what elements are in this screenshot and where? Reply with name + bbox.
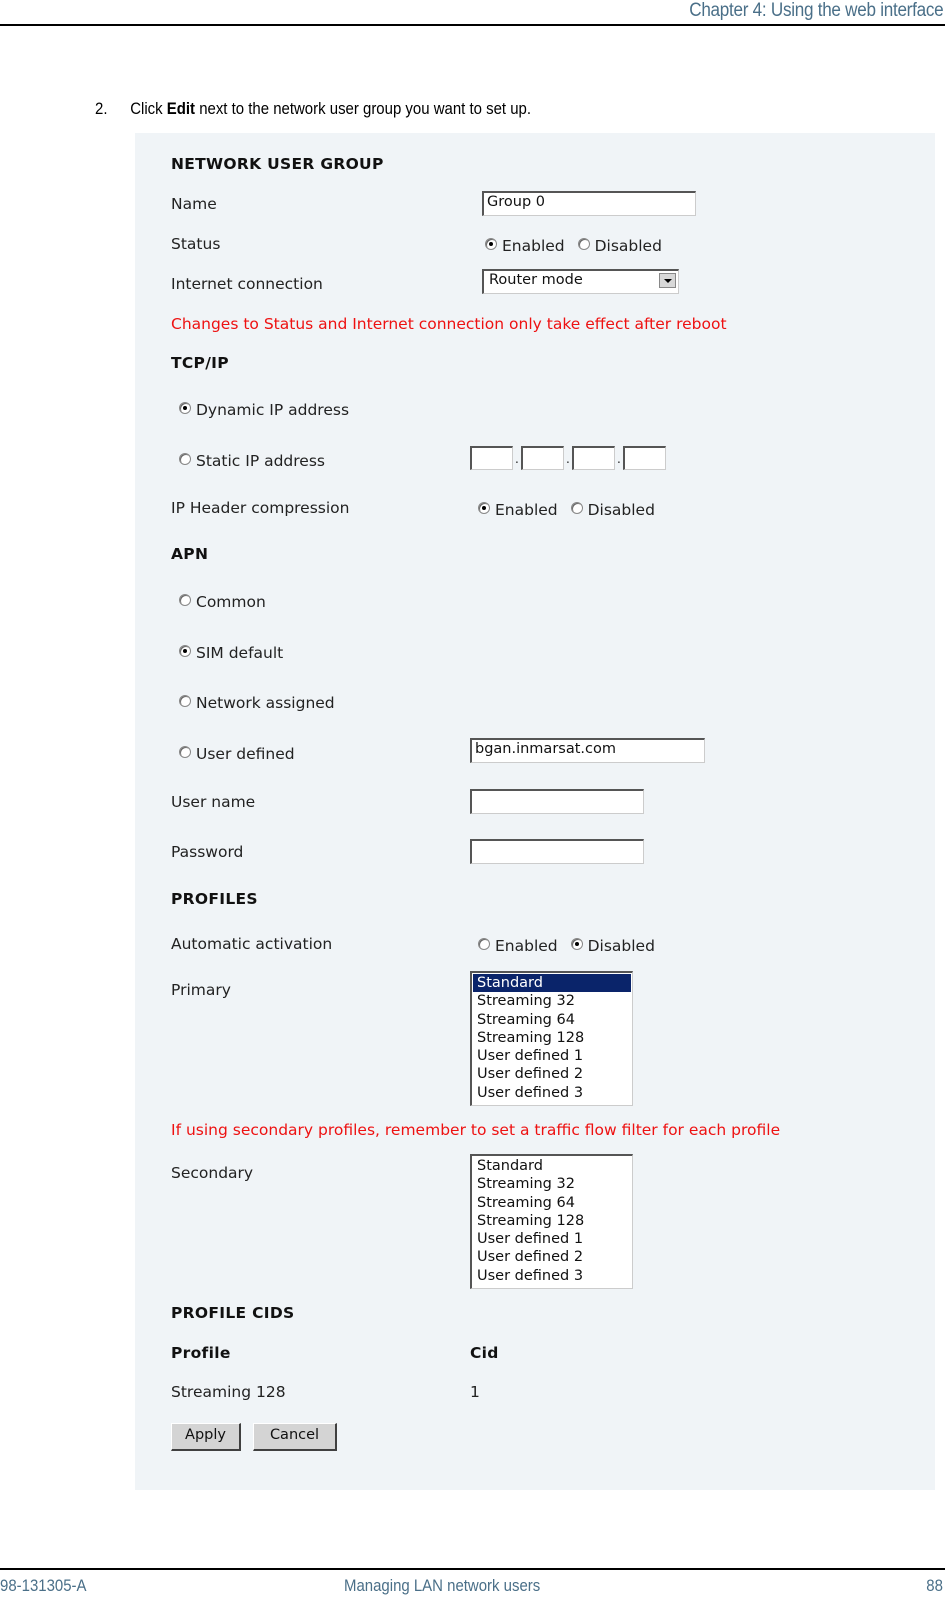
instruction-step: 2. Click Edit next to the network user gr… xyxy=(95,99,531,119)
listbox-option[interactable]: Streaming 128 xyxy=(473,1212,631,1230)
cid-row-cid: 1 xyxy=(470,1383,480,1401)
primary-profile-listbox[interactable]: Standard Streaming 32 Streaming 64 Strea… xyxy=(470,971,633,1106)
chevron-down-icon[interactable] xyxy=(659,273,676,288)
internet-connection-select[interactable]: Router mode xyxy=(482,269,679,294)
ip-octet-1[interactable] xyxy=(470,446,513,470)
secondary-label: Secondary xyxy=(171,1164,254,1182)
listbox-option[interactable]: Streaming 64 xyxy=(473,1194,631,1212)
password-input[interactable] xyxy=(470,839,644,864)
radio-selected-icon[interactable] xyxy=(478,502,490,514)
static-ip-fields: . . . xyxy=(470,446,670,472)
compression-disabled-option[interactable]: Disabled xyxy=(570,501,655,519)
listbox-option[interactable]: Standard xyxy=(473,1157,631,1175)
internet-connection-value: Router mode xyxy=(489,272,583,288)
automatic-activation-label: Automatic activation xyxy=(171,935,333,953)
apn-user-defined-option[interactable]: User defined xyxy=(179,745,295,763)
radio-unselected-icon[interactable] xyxy=(179,453,191,465)
password-label: Password xyxy=(171,843,244,861)
section-heading-profiles: PROFILES xyxy=(171,890,258,908)
ip-dot: . xyxy=(515,452,519,466)
username-input[interactable] xyxy=(470,789,644,814)
listbox-option[interactable]: User defined 2 xyxy=(473,1065,631,1083)
step-suffix: next to the network user group you want … xyxy=(195,99,531,118)
column-header-cid: Cid xyxy=(470,1344,499,1362)
apply-button[interactable]: Apply xyxy=(171,1423,241,1451)
name-input[interactable]: Group 0 xyxy=(482,191,696,216)
listbox-option[interactable]: User defined 3 xyxy=(473,1084,631,1102)
auto-disabled-option[interactable]: Disabled xyxy=(570,937,655,955)
status-label: Status xyxy=(171,235,221,253)
radio-unselected-icon[interactable] xyxy=(179,594,191,606)
listbox-option[interactable]: Streaming 64 xyxy=(473,1011,631,1029)
auto-enabled-option[interactable]: Enabled xyxy=(478,937,558,955)
ip-octet-4[interactable] xyxy=(623,446,666,470)
radio-unselected-icon[interactable] xyxy=(478,938,490,950)
listbox-option[interactable]: User defined 3 xyxy=(473,1267,631,1285)
username-label: User name xyxy=(171,793,256,811)
network-user-group-form: NETWORK USER GROUP Name Group 0 Status E… xyxy=(135,133,935,1490)
status-enabled-option[interactable]: Enabled xyxy=(485,237,565,255)
footer-doc-number: 98-131305-A xyxy=(0,1576,87,1595)
chapter-header: Chapter 4: Using the web interface xyxy=(688,0,943,21)
primary-label: Primary xyxy=(171,981,231,999)
apn-user-defined-input[interactable]: bgan.inmarsat.com xyxy=(470,738,705,763)
radio-unselected-icon[interactable] xyxy=(570,502,583,514)
footer-page-number: 88 xyxy=(926,1576,943,1595)
listbox-option[interactable]: User defined 1 xyxy=(473,1230,631,1248)
listbox-option[interactable]: User defined 1 xyxy=(473,1047,631,1065)
auto-activation-radio-group: Enabled Disabled xyxy=(478,937,655,955)
footer-section-title: Managing LAN network users xyxy=(344,1576,541,1595)
listbox-option[interactable]: Streaming 32 xyxy=(473,992,631,1010)
listbox-option[interactable]: Streaming 32 xyxy=(473,1175,631,1193)
radio-selected-icon[interactable] xyxy=(485,238,497,250)
internet-connection-label: Internet connection xyxy=(171,275,323,293)
ip-octet-3[interactable] xyxy=(572,446,615,470)
name-label: Name xyxy=(171,195,217,213)
reboot-warning: Changes to Status and Internet connectio… xyxy=(171,315,727,333)
compression-radio-group: Enabled Disabled xyxy=(478,501,655,519)
step-bold-edit: Edit xyxy=(166,99,196,118)
dynamic-ip-option[interactable]: Dynamic IP address xyxy=(179,401,349,419)
radio-unselected-icon[interactable] xyxy=(179,695,191,707)
status-disabled-option[interactable]: Disabled xyxy=(577,237,662,255)
secondary-profile-listbox[interactable]: Standard Streaming 32 Streaming 64 Strea… xyxy=(470,1154,633,1289)
radio-unselected-icon[interactable] xyxy=(577,238,590,250)
ip-header-compression-label: IP Header compression xyxy=(171,499,350,517)
footer-rule xyxy=(0,1568,945,1570)
section-heading-apn: APN xyxy=(171,545,209,563)
secondary-profiles-warning: If using secondary profiles, remember to… xyxy=(171,1121,781,1139)
apn-common-option[interactable]: Common xyxy=(179,593,266,611)
ip-dot: . xyxy=(566,452,570,466)
status-radio-group: Enabled Disabled xyxy=(485,237,662,255)
apn-sim-default-option[interactable]: SIM default xyxy=(179,644,283,662)
cancel-button[interactable]: Cancel xyxy=(253,1423,337,1451)
ip-dot: . xyxy=(617,452,621,466)
apn-network-assigned-option[interactable]: Network assigned xyxy=(179,694,335,712)
radio-selected-icon[interactable] xyxy=(179,645,191,657)
column-header-profile: Profile xyxy=(171,1344,231,1362)
cid-row-profile: Streaming 128 xyxy=(171,1383,286,1401)
listbox-option[interactable]: User defined 2 xyxy=(473,1248,631,1266)
listbox-option[interactable]: Standard xyxy=(473,974,631,993)
section-heading-profile-cids: PROFILE CIDS xyxy=(171,1304,295,1322)
radio-selected-icon[interactable] xyxy=(179,402,191,414)
step-prefix: Click xyxy=(130,99,167,118)
step-number: 2. xyxy=(95,99,108,118)
header-rule xyxy=(0,24,945,26)
section-heading-tcpip: TCP/IP xyxy=(171,354,229,372)
listbox-option[interactable]: Streaming 128 xyxy=(473,1029,631,1047)
static-ip-option[interactable]: Static IP address xyxy=(179,452,325,470)
compression-enabled-option[interactable]: Enabled xyxy=(478,501,558,519)
radio-selected-icon[interactable] xyxy=(570,938,583,950)
ip-octet-2[interactable] xyxy=(521,446,564,470)
section-heading-network-user-group: NETWORK USER GROUP xyxy=(171,155,384,173)
radio-unselected-icon[interactable] xyxy=(179,746,191,758)
